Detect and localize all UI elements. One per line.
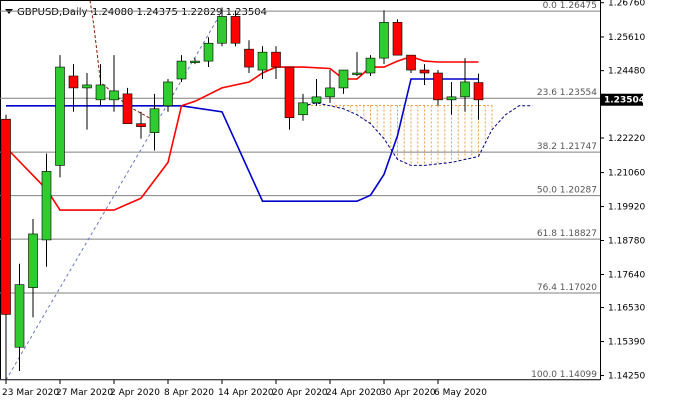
candle-bull — [149, 108, 160, 133]
price-chart[interactable]: GBPUSD,Daily 1.24080 1.24375 1.22829 1.2… — [0, 0, 700, 400]
y-tick-label: 1.19920 — [608, 203, 645, 213]
y-tick-label: 1.15390 — [608, 338, 645, 348]
candle-bear — [122, 93, 133, 124]
candle-bear — [406, 54, 416, 71]
candle-bear — [433, 72, 443, 101]
candle-bull — [95, 84, 106, 101]
y-tick-label: 1.18780 — [608, 237, 645, 247]
candle-bull — [190, 60, 200, 63]
fib-level-label: 23.6 1.23554 — [537, 88, 597, 98]
chart-header: GBPUSD,Daily 1.24080 1.24375 1.22829 1.2… — [5, 7, 267, 18]
ohlc-label: 1.24080 1.24375 1.22829 1.23504 — [92, 7, 267, 18]
candle-bull — [257, 51, 268, 71]
x-tick-label: 20 Apr 2020 — [272, 388, 328, 398]
candle-bull — [217, 16, 227, 44]
price-axis: 1.26760 1.25610 1.24480 1.22220 1.21060 1.199… — [600, 0, 645, 382]
current-price-tag: 1.23504 — [601, 93, 645, 106]
y-tick-label: 1.14250 — [608, 372, 645, 382]
x-tick-label: 27 Mar 2020 — [56, 388, 113, 398]
fib-level-label: 50.0 1.20287 — [537, 186, 597, 196]
fib-level-label: 0.0 1.26475 — [543, 1, 597, 11]
candle-bull — [55, 66, 65, 166]
fibonacci-levels: 0.0 1.26475 23.6 1.23554 38.2 1.21747 50.0 … — [0, 1, 600, 381]
y-tick-label: 1.21060 — [608, 169, 645, 179]
candle-bear — [1, 118, 11, 315]
candle-bull — [311, 96, 322, 104]
fib-level-label: 76.4 1.17020 — [537, 283, 597, 293]
y-tick-label: 1.16530 — [608, 304, 645, 314]
y-tick-label: 1.22220 — [608, 134, 645, 144]
x-tick-label: 2 Apr 2020 — [110, 388, 160, 398]
candle-bull — [460, 81, 470, 98]
x-tick-label: 30 Apr 2020 — [380, 388, 436, 398]
kijun-line — [6, 78, 479, 202]
candle-bull — [82, 84, 92, 89]
candle-bull — [298, 102, 308, 116]
candle-bull — [365, 57, 376, 74]
candle-bull — [352, 72, 362, 75]
candle-bull — [176, 60, 187, 80]
candle-bull — [203, 42, 214, 62]
candle-bear — [230, 16, 241, 44]
candle-bull — [14, 284, 25, 348]
candle-bull — [379, 22, 389, 59]
candle-bull — [325, 87, 335, 98]
candle-bear — [136, 123, 146, 127]
symbol-label: GBPUSD,Daily — [17, 7, 88, 18]
candle-bear — [392, 22, 403, 56]
y-tick-label: 1.26760 — [608, 0, 645, 9]
x-tick-label: 6 May 2020 — [434, 388, 487, 398]
fib-level-label: 100.0 1.14099 — [531, 370, 597, 380]
candle-bear — [473, 82, 484, 101]
x-tick-label: 14 Apr 2020 — [218, 388, 274, 398]
candle-bear — [419, 69, 430, 74]
y-tick-label: 1.17640 — [608, 270, 645, 280]
ichimoku-cloud — [302, 102, 533, 166]
time-axis: 23 Mar 202027 Mar 20202 Apr 2020 8 Apr 20… — [2, 380, 487, 398]
candle-bear — [271, 51, 281, 68]
x-tick-label: 8 Apr 2020 — [164, 388, 214, 398]
fib-level-label: 38.2 1.21747 — [537, 142, 597, 152]
candle-bull — [163, 81, 173, 107]
candles — [1, 7, 484, 380]
candle-bull — [28, 233, 38, 288]
fib-level-label: 61.8 1.18827 — [537, 229, 597, 239]
y-tick-label: 1.24480 — [608, 67, 645, 77]
candle-bull — [109, 90, 119, 101]
candle-bear — [284, 66, 295, 119]
x-tick-label: 24 Apr 2020 — [326, 388, 382, 398]
chart-root: GBPUSD,Daily 1.24080 1.24375 1.22829 1.2… — [0, 0, 700, 400]
y-tick-label: 1.25610 — [608, 33, 645, 43]
x-tick-label: 23 Mar 2020 — [2, 388, 59, 398]
candle-bear — [244, 48, 254, 68]
candle-bull — [41, 171, 52, 241]
candle-bear — [68, 75, 79, 89]
price-tag-label: 1.23504 — [604, 96, 645, 106]
candle-bull — [338, 69, 349, 89]
plot-frame — [0, 0, 601, 380]
candle-bull — [446, 96, 457, 101]
